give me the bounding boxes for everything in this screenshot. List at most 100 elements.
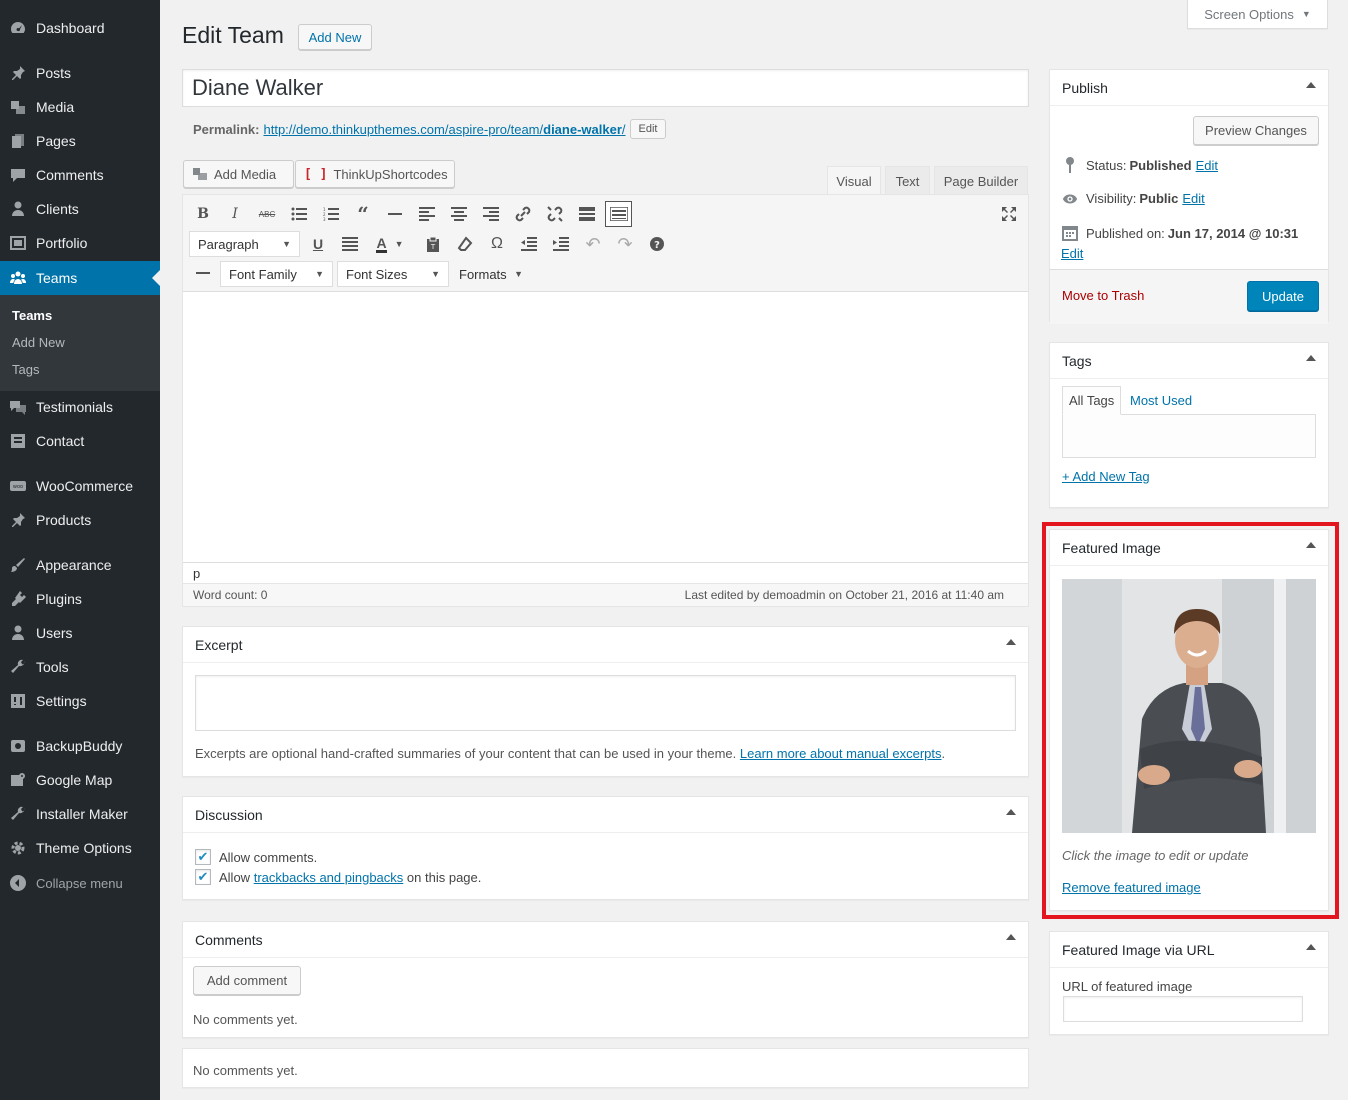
collapse-arrow-icon[interactable]	[1006, 934, 1016, 940]
sidebar-item-backupbuddy[interactable]: BackupBuddy	[0, 729, 160, 763]
bold-icon[interactable]: B	[191, 202, 215, 226]
remove-featured-image-link[interactable]: Remove featured image	[1062, 880, 1201, 895]
paragraph-format-select[interactable]: Paragraph ▼	[189, 231, 300, 257]
featured-image-url-input[interactable]	[1063, 996, 1303, 1022]
formats-menu[interactable]: Formats ▼	[451, 261, 531, 287]
published-edit-link[interactable]: Edit	[1061, 246, 1083, 261]
sidebar-item-products[interactable]: Products	[0, 503, 160, 537]
trackbacks-link[interactable]: trackbacks and pingbacks	[254, 870, 404, 885]
tab-text[interactable]: Text	[885, 166, 930, 195]
add-new-button[interactable]: Add New	[298, 24, 372, 50]
underline-icon[interactable]: U	[306, 232, 330, 256]
read-more-icon[interactable]	[575, 202, 599, 226]
sidebar-item-dashboard[interactable]: Dashboard	[0, 11, 160, 45]
tab-page-builder[interactable]: Page Builder	[934, 166, 1028, 195]
collapse-menu-button[interactable]: Collapse menu	[0, 866, 160, 900]
tab-most-used[interactable]: Most Used	[1124, 386, 1198, 415]
help-icon[interactable]: ?	[645, 232, 669, 256]
allow-comments-checkbox[interactable]: ✔	[195, 849, 211, 865]
comments-title[interactable]: Comments	[183, 922, 1028, 958]
move-to-trash-link[interactable]: Move to Trash	[1062, 288, 1144, 303]
submenu-item-add-new[interactable]: Add New	[12, 335, 65, 350]
font-family-select[interactable]: Font Family ▼	[220, 261, 333, 287]
sidebar-item-testimonials[interactable]: Testimonials	[0, 390, 160, 424]
submenu-item-tags[interactable]: Tags	[12, 362, 39, 377]
sidebar-item-media[interactable]: Media	[0, 90, 160, 124]
collapse-arrow-icon[interactable]	[1006, 809, 1016, 815]
sidebar-item-clients[interactable]: Clients	[0, 192, 160, 226]
tab-all-tags[interactable]: All Tags	[1062, 386, 1122, 415]
toolbar-toggle-icon[interactable]	[605, 201, 632, 227]
screen-options-button[interactable]: Screen Options ▼	[1187, 0, 1328, 29]
link-icon[interactable]	[511, 202, 535, 226]
justify-icon[interactable]	[338, 232, 362, 256]
groups-icon	[8, 268, 28, 288]
permalink-edit-button[interactable]: Edit	[629, 119, 667, 139]
horizontal-line-icon[interactable]	[383, 202, 407, 226]
sidebar-item-posts[interactable]: Posts	[0, 56, 160, 90]
excerpt-textarea[interactable]	[195, 675, 1016, 731]
collapse-arrow-icon[interactable]	[1306, 542, 1316, 548]
sidebar-item-tools[interactable]: Tools	[0, 650, 160, 684]
collapse-arrow-icon[interactable]	[1306, 944, 1316, 950]
tab-visual[interactable]: Visual	[827, 166, 881, 195]
sidebar-item-comments[interactable]: Comments	[0, 158, 160, 192]
excerpt-title[interactable]: Excerpt	[183, 627, 1028, 663]
featured-image-url-title[interactable]: Featured Image via URL	[1050, 932, 1328, 968]
add-new-tag-link[interactable]: + Add New Tag	[1062, 469, 1150, 484]
sidebar-item-users[interactable]: Users	[0, 616, 160, 650]
italic-icon[interactable]: I	[223, 202, 247, 226]
tags-title[interactable]: Tags	[1050, 343, 1328, 379]
collapse-arrow-icon[interactable]	[1306, 355, 1316, 361]
sidebar-item-installer-maker[interactable]: Installer Maker	[0, 797, 160, 831]
outdent-icon[interactable]	[517, 232, 541, 256]
fullscreen-icon[interactable]	[997, 202, 1021, 226]
add-media-button[interactable]: Add Media	[183, 160, 294, 188]
sidebar-item-contact[interactable]: Contact	[0, 424, 160, 458]
align-right-icon[interactable]	[479, 202, 503, 226]
numbered-list-icon[interactable]: 123	[319, 202, 343, 226]
sidebar-item-theme-options[interactable]: Theme Options	[0, 831, 160, 865]
sidebar-item-settings[interactable]: Settings	[0, 684, 160, 718]
blockquote-icon[interactable]: “	[351, 202, 375, 226]
excerpt-help-link[interactable]: Learn more about manual excerpts	[740, 746, 942, 761]
sidebar-item-plugins[interactable]: Plugins	[0, 582, 160, 616]
submenu-item-teams[interactable]: Teams	[12, 308, 52, 323]
clear-formatting-icon[interactable]	[453, 232, 477, 256]
align-center-icon[interactable]	[447, 202, 471, 226]
bullet-list-icon[interactable]	[287, 202, 311, 226]
publish-title[interactable]: Publish	[1050, 70, 1328, 106]
sidebar-item-woocommerce[interactable]: woo WooCommerce	[0, 469, 160, 503]
text-color-icon[interactable]: A ▼	[370, 232, 410, 256]
preview-changes-button[interactable]: Preview Changes	[1193, 116, 1319, 145]
align-left-icon[interactable]	[415, 202, 439, 226]
permalink-link[interactable]: http://demo.thinkupthemes.com/aspire-pro…	[263, 122, 625, 137]
shortcodes-button[interactable]: [ ] ThinkUpShortcodes	[295, 160, 455, 188]
sidebar-item-appearance[interactable]: Appearance	[0, 548, 160, 582]
collapse-arrow-icon[interactable]	[1306, 82, 1316, 88]
collapse-arrow-icon[interactable]	[1006, 639, 1016, 645]
add-comment-button[interactable]: Add comment	[193, 966, 301, 995]
featured-image-title[interactable]: Featured Image	[1050, 530, 1328, 566]
indent-icon[interactable]	[549, 232, 573, 256]
font-sizes-select[interactable]: Font Sizes ▼	[337, 261, 449, 287]
unlink-icon[interactable]	[543, 202, 567, 226]
update-button[interactable]: Update	[1247, 281, 1319, 311]
horizontal-line-icon[interactable]	[191, 261, 215, 285]
strikethrough-icon[interactable]: ABC	[255, 202, 279, 226]
allow-trackbacks-checkbox[interactable]: ✔	[195, 869, 211, 885]
paste-text-icon[interactable]: T	[421, 232, 445, 256]
omega-icon[interactable]: Ω	[485, 232, 509, 256]
status-edit-link[interactable]: Edit	[1196, 158, 1218, 173]
visibility-edit-link[interactable]: Edit	[1182, 191, 1204, 206]
sidebar-item-pages[interactable]: Pages	[0, 124, 160, 158]
sidebar-item-label: Products	[36, 512, 92, 528]
sidebar-item-teams[interactable]: Teams	[0, 261, 160, 295]
undo-icon[interactable]: ↶	[581, 232, 605, 256]
post-title-input[interactable]	[182, 69, 1029, 107]
redo-icon[interactable]: ↷	[613, 232, 637, 256]
sidebar-item-portfolio[interactable]: Portfolio	[0, 226, 160, 260]
discussion-title[interactable]: Discussion	[183, 797, 1028, 833]
featured-image[interactable]	[1062, 579, 1316, 833]
sidebar-item-google-map[interactable]: Google Map	[0, 763, 160, 797]
